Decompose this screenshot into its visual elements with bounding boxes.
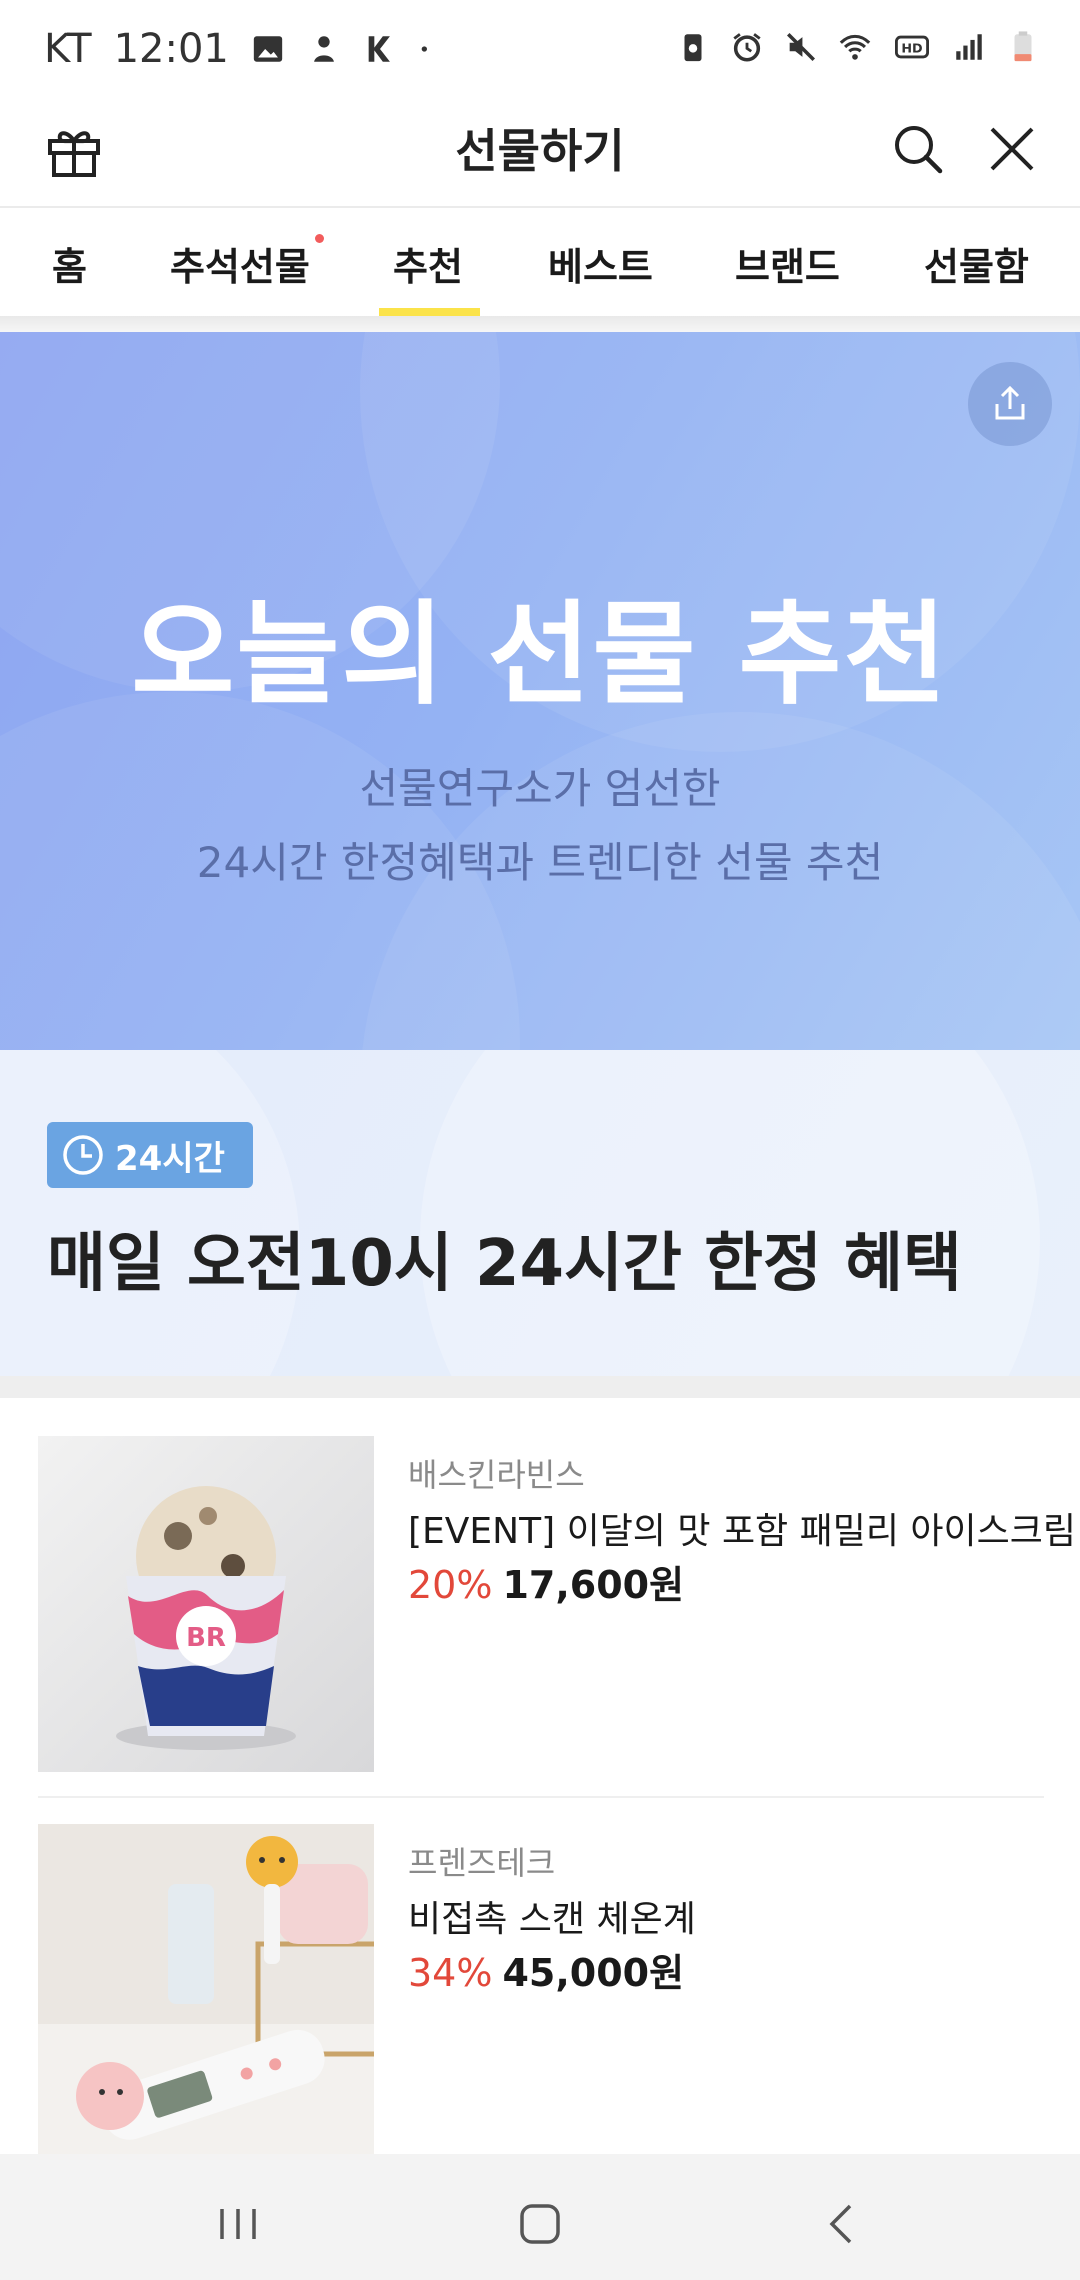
new-dot-badge — [314, 234, 324, 243]
product-price: 45,000원 — [502, 1951, 685, 1995]
product-image[interactable] — [38, 1824, 374, 2154]
share-icon — [995, 385, 1025, 420]
system-navigation-bar — [0, 2154, 1080, 2280]
search-icon[interactable] — [890, 121, 946, 177]
tab-brand[interactable]: 브랜드 — [735, 236, 840, 291]
home-icon[interactable] — [510, 2194, 570, 2254]
mute-icon — [786, 32, 816, 62]
battery-icon — [1014, 31, 1032, 62]
time-badge-label: 24시간 — [115, 1138, 225, 1179]
tab-chuseok-gift[interactable]: 추석선물 — [170, 234, 324, 291]
section-divider — [0, 1376, 1080, 1398]
product-price-row: 34% 45,000원 — [408, 1942, 684, 1997]
close-icon[interactable] — [984, 121, 1040, 177]
signal-icon — [956, 34, 982, 60]
product-item[interactable]: BR 배스킨라빈스 [EVENT] 이달의 맛 포함 패밀리 아이스크림 20%… — [38, 1436, 1076, 1776]
banner-subtitle: 선물연구소가 엄선한 24시간 한정혜택과 트렌디한 선물 추천 — [0, 752, 1080, 900]
product-item[interactable]: 프렌즈테크 비접촉 스캔 체온계 34% 45,000원 — [38, 1824, 1044, 2164]
carrier-label: KT — [44, 26, 92, 72]
banner-subtitle-line1: 선물연구소가 엄선한 — [359, 764, 721, 813]
status-bar: KT 12:01 HD — [0, 0, 1080, 105]
wifi-icon — [839, 34, 871, 60]
status-right: HD — [676, 30, 1040, 64]
product-name[interactable]: 비접촉 스캔 체온계 — [408, 1890, 696, 1942]
product-name[interactable]: [EVENT] 이달의 맛 포함 패밀리 아이스크림 — [408, 1502, 1076, 1554]
clock-icon — [63, 1135, 103, 1175]
banner-heading: 오늘의 선물 추천 — [131, 590, 949, 720]
product-brand: 프렌즈테크 — [408, 1844, 556, 1882]
banner-subtitle-line2: 24시간 한정혜택과 트렌디한 선물 추천 — [196, 838, 884, 887]
time-badge: 24시간 — [47, 1122, 253, 1188]
status-left: KT 12:01 — [44, 26, 435, 72]
product-price: 17,600원 — [502, 1563, 685, 1607]
share-button[interactable] — [968, 362, 1052, 446]
k-notification-icon — [368, 36, 390, 62]
product-image[interactable]: BR — [38, 1436, 374, 1772]
limited-offer-section: 24시간 매일 오전10시 24시간 한정 혜택 — [0, 1050, 1080, 1376]
svg-text:HD: HD — [901, 42, 922, 57]
product-price-row: 20% 17,600원 — [408, 1554, 684, 1609]
tab-gift-box[interactable]: 선물함 — [924, 236, 1029, 291]
dot-notification-icon — [421, 46, 427, 52]
hd-icon: HD — [895, 35, 929, 59]
category-tabs: 홈 추석선물 추천 베스트 브랜드 선물함 — [0, 208, 1080, 316]
product-discount: 20% — [408, 1563, 493, 1607]
notification-icons — [251, 32, 435, 66]
product-discount: 34% — [408, 1951, 493, 1995]
image-notification-icon — [253, 36, 283, 62]
hero-banner: 오늘의 선물 추천 선물연구소가 엄선한 24시간 한정혜택과 트렌디한 선물 … — [0, 332, 1080, 1050]
tab-home[interactable]: 홈 — [52, 236, 87, 291]
clock-label: 12:01 — [113, 26, 229, 72]
svg-text:BR: BR — [186, 1623, 226, 1653]
back-icon[interactable] — [812, 2194, 872, 2254]
product-brand: 배스킨라빈스 — [408, 1456, 585, 1494]
app-header: 선물하기 — [0, 105, 1080, 205]
product-divider — [38, 1796, 1044, 1798]
section-title: 매일 오전10시 24시간 한정 혜택 — [47, 1227, 962, 1301]
tab-recommend[interactable]: 추천 — [393, 236, 463, 291]
battery-saver-icon — [684, 34, 702, 62]
recents-icon[interactable] — [208, 2194, 268, 2254]
tab-best[interactable]: 베스트 — [548, 236, 653, 291]
tabs-divider — [0, 316, 1080, 332]
app-notification-icon — [313, 36, 334, 62]
alarm-icon — [733, 33, 761, 62]
active-tab-indicator — [379, 308, 480, 316]
